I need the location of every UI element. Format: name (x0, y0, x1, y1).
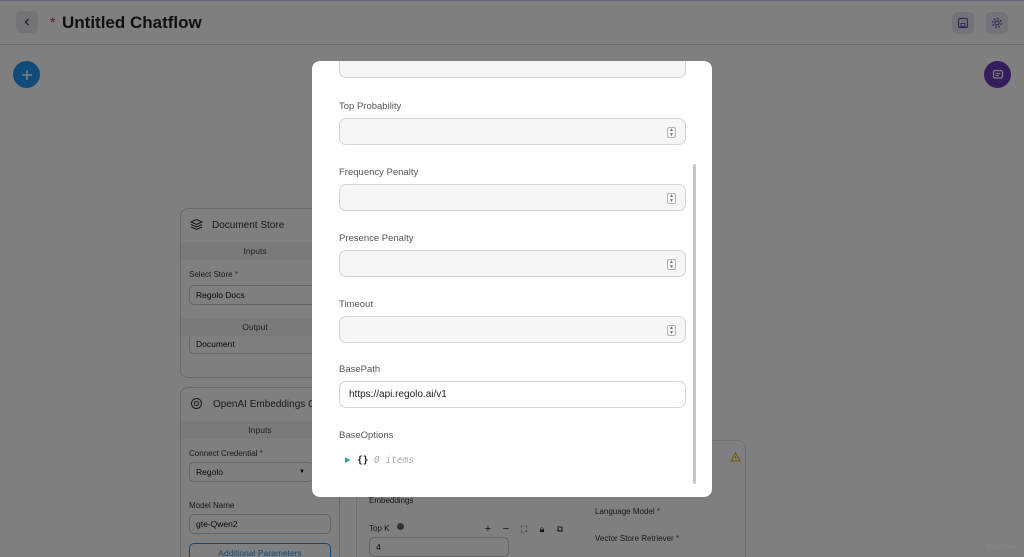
fit-view-button[interactable]: ⛶ (517, 521, 531, 537)
zoom-in-button[interactable]: + (481, 521, 495, 537)
field-label-frequency-penalty: Frequency Penalty (339, 167, 419, 178)
expand-caret-icon[interactable]: ▶ (345, 456, 350, 464)
snap-grid-button[interactable]: ⧉ (553, 521, 567, 537)
top-probability-input[interactable]: ▲ ▼ (339, 118, 686, 145)
field-label-basepath: BasePath (339, 364, 381, 375)
number-stepper[interactable]: ▲ ▼ (667, 259, 676, 270)
additional-parameters-dialog: Top Probability ▲ ▼ Frequency Penalty ▲ ▼ … (312, 61, 712, 497)
number-stepper[interactable]: ▲ ▼ (667, 325, 676, 336)
magnet-icon: ⧉ (556, 523, 564, 534)
field-label-presence-penalty: Presence Penalty (339, 233, 414, 244)
field-label-top-probability: Top Probability (339, 101, 402, 112)
lock-button[interactable]: 🔒︎ (535, 521, 549, 537)
presence-penalty-input[interactable]: ▲ ▼ (339, 250, 686, 277)
flow-controls: + − ⛶ 🔒︎ ⧉ (481, 521, 567, 537)
json-braces: {} (357, 455, 369, 466)
basepath-input[interactable]: https://api.regolo.ai/v1 (339, 381, 686, 408)
frequency-penalty-input[interactable]: ▲ ▼ (339, 184, 686, 211)
number-stepper[interactable]: ▲ ▼ (667, 127, 676, 138)
minus-icon: − (502, 523, 510, 535)
dialog-scrollbar[interactable] (693, 164, 696, 484)
field-label-baseoptions: BaseOptions (339, 430, 394, 441)
number-stepper[interactable]: ▲ ▼ (667, 193, 676, 204)
timeout-input[interactable]: ▲ ▼ (339, 316, 686, 343)
previous-field-input[interactable] (339, 61, 686, 78)
zoom-out-button[interactable]: − (499, 521, 513, 537)
lock-icon: 🔒︎ (539, 523, 545, 534)
field-label-timeout: Timeout (339, 299, 373, 310)
plus-icon: + (484, 523, 492, 535)
fit-view-icon: ⛶ (520, 523, 528, 534)
react-flow-attribution[interactable]: React Flow (987, 545, 1017, 551)
json-item-count: 0 items (374, 455, 415, 466)
